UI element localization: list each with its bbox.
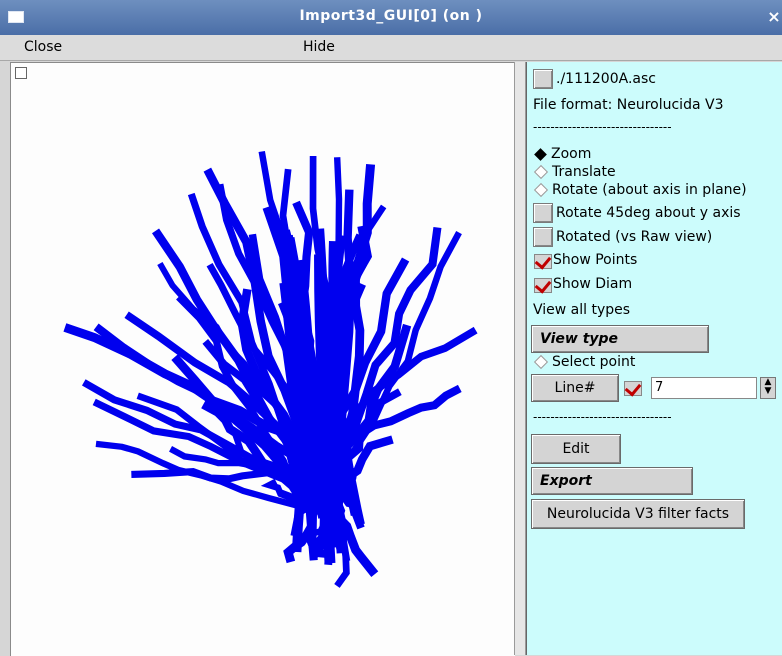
- separator-2: --------------------------------: [533, 410, 672, 424]
- export-button[interactable]: Export: [531, 467, 693, 495]
- radio-unselected-icon: [533, 182, 549, 198]
- radio-unselected-icon: [533, 354, 549, 370]
- menu-bar: Close Hide: [0, 35, 782, 61]
- show-diam-checkbox[interactable]: Show Diam: [533, 275, 632, 293]
- radio-select-point-label: Select point: [552, 354, 636, 370]
- radio-rotate-plane[interactable]: Rotate (about axis in plane): [533, 182, 747, 198]
- file-format-label: File format: Neurolucida V3: [533, 97, 724, 113]
- line-number-field[interactable]: 7: [651, 377, 757, 399]
- checkmark-icon: [533, 251, 553, 269]
- rotated-raw-label: Rotated (vs Raw view): [556, 229, 713, 245]
- filter-facts-button[interactable]: Neurolucida V3 filter facts: [531, 499, 745, 529]
- rotate45-button[interactable]: [533, 203, 553, 223]
- menu-hide[interactable]: Hide: [303, 39, 335, 55]
- menu-close[interactable]: Close: [24, 39, 62, 55]
- show-points-checkbox[interactable]: Show Points: [533, 251, 637, 269]
- show-diam-label: Show Diam: [553, 276, 633, 292]
- view-type-button[interactable]: View type: [531, 325, 709, 353]
- edit-button[interactable]: Edit: [531, 434, 621, 464]
- radio-zoom-label: Zoom: [551, 146, 592, 162]
- separator-1: --------------------------------: [533, 120, 672, 134]
- checkmark-icon: [533, 275, 553, 293]
- rotated-raw-button[interactable]: [533, 227, 553, 247]
- line-number-button[interactable]: Line#: [531, 374, 619, 402]
- neuron-morphology-drawing: [63, 150, 478, 588]
- radio-zoom[interactable]: Zoom: [533, 146, 591, 162]
- close-window-icon[interactable]: ×: [762, 7, 782, 29]
- radio-translate[interactable]: Translate: [533, 164, 616, 180]
- rotated-raw-row[interactable]: Rotated (vs Raw view): [533, 227, 712, 247]
- show-points-label: Show Points: [553, 252, 638, 268]
- rotate45-label: Rotate 45deg about y axis: [556, 205, 741, 221]
- control-panel: ./111200A.asc File format: Neurolucida V…: [526, 62, 782, 655]
- title-bar: Import3d_GUI[0] (on ) ×: [0, 0, 782, 35]
- line-number-stepper[interactable]: ▲ ▼: [760, 377, 776, 399]
- file-label: ./111200A.asc: [556, 71, 656, 87]
- window-title: Import3d_GUI[0] (on ): [299, 8, 483, 24]
- line-number-checkbox[interactable]: [623, 378, 643, 396]
- file-row: ./111200A.asc: [533, 69, 656, 89]
- radio-selected-icon: [534, 147, 547, 161]
- radio-select-point[interactable]: Select point: [533, 354, 635, 370]
- file-button[interactable]: [533, 69, 553, 89]
- radio-unselected-icon: [533, 164, 549, 180]
- radio-rotate-plane-label: Rotate (about axis in plane): [552, 182, 747, 198]
- rotate45-row[interactable]: Rotate 45deg about y axis: [533, 203, 741, 223]
- morphology-canvas[interactable]: [10, 62, 515, 656]
- view-all-types-label: View all types: [533, 302, 631, 318]
- radio-translate-label: Translate: [552, 164, 616, 180]
- panel-divider[interactable]: [514, 62, 526, 655]
